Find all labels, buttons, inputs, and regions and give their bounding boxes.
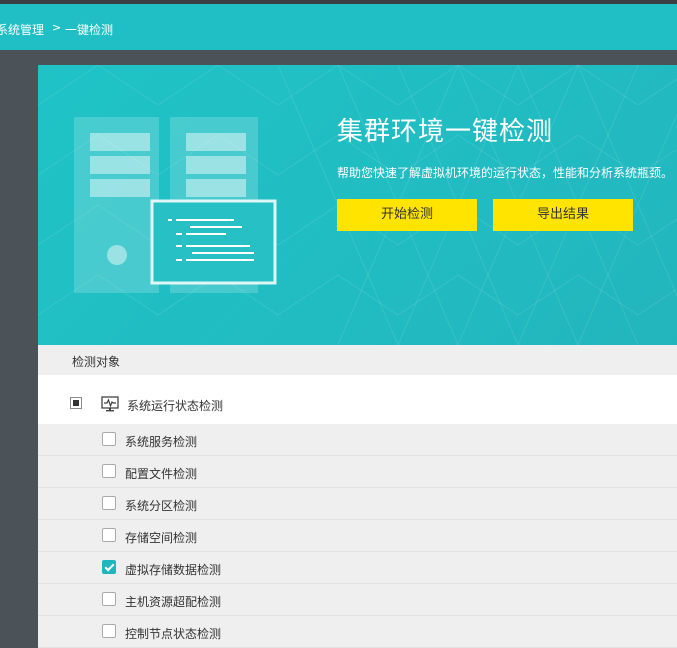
- item-checkbox[interactable]: [102, 560, 116, 574]
- check-item[interactable]: 系统服务检测: [38, 424, 677, 456]
- top-nav-bar: 系统管理 > 一键检测: [0, 4, 677, 50]
- item-checkbox[interactable]: [102, 496, 116, 510]
- breadcrumb-system-management[interactable]: 系统管理: [0, 21, 44, 38]
- item-checkbox[interactable]: [102, 528, 116, 542]
- hero-title: 集群环境一键检测: [337, 117, 554, 147]
- main-panel: 集群环境一键检测 帮助您快速了解虚拟机环境的运行状态，性能和分析系统瓶颈。 开始…: [38, 50, 677, 648]
- section-header-label: 检测对象: [72, 355, 121, 369]
- check-item[interactable]: 系统分区检测: [38, 488, 677, 520]
- export-results-button[interactable]: 导出结果: [493, 199, 633, 231]
- item-label: 主机资源超配检测: [125, 595, 222, 609]
- hero-description: 帮助您快速了解虚拟机环境的运行状态，性能和分析系统瓶颈。: [337, 166, 674, 180]
- check-item[interactable]: 控制节点状态检测: [38, 616, 677, 648]
- group-checkbox[interactable]: [70, 397, 82, 409]
- breadcrumb-separator: >: [52, 21, 62, 34]
- check-item[interactable]: 主机资源超配检测: [38, 584, 677, 616]
- check-item[interactable]: 存储空间检测: [38, 520, 677, 552]
- hero-banner: 集群环境一键检测 帮助您快速了解虚拟机环境的运行状态，性能和分析系统瓶颈。 开始…: [38, 65, 677, 345]
- start-check-button[interactable]: 开始检测: [337, 199, 477, 231]
- group-row: 系统运行状态检测: [38, 375, 677, 424]
- check-item-list: 系统服务检测 配置文件检测 系统分区检测 存储空间检测 虚拟存储数据检测 主机资…: [38, 424, 677, 648]
- item-label: 虚拟存储数据检测: [125, 563, 222, 577]
- check-item[interactable]: 虚拟存储数据检测: [38, 552, 677, 584]
- item-label: 存储空间检测: [125, 531, 198, 545]
- item-checkbox[interactable]: [102, 592, 116, 606]
- item-label: 系统分区检测: [125, 499, 198, 513]
- section-header: 检测对象: [38, 345, 677, 375]
- server-illustration-icon: [74, 117, 277, 293]
- breadcrumb-current: 一键检测: [65, 23, 114, 37]
- item-label: 配置文件检测: [125, 467, 198, 481]
- sidebar: [0, 50, 38, 648]
- item-label: 控制节点状态检测: [125, 627, 222, 641]
- item-label: 系统服务检测: [125, 435, 198, 449]
- item-checkbox[interactable]: [102, 624, 116, 638]
- item-checkbox[interactable]: [102, 464, 116, 478]
- check-item[interactable]: 配置文件检测: [38, 456, 677, 488]
- monitor-pulse-icon: [101, 396, 119, 412]
- item-checkbox[interactable]: [102, 432, 116, 446]
- group-label: 系统运行状态检测: [127, 399, 224, 413]
